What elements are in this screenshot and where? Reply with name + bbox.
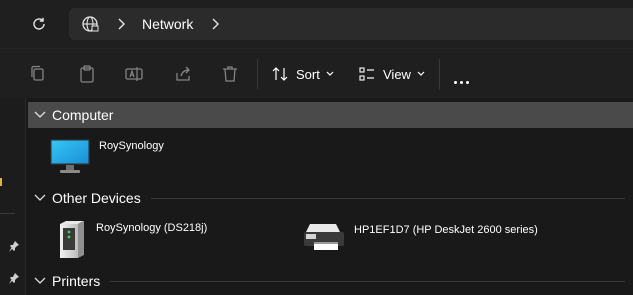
printer-icon bbox=[304, 224, 344, 250]
nav-selection-marker bbox=[0, 178, 2, 186]
nas-icon bbox=[60, 221, 84, 258]
group-header-other-devices[interactable]: Other Devices bbox=[28, 185, 633, 211]
sort-arrows-icon bbox=[272, 67, 288, 81]
nav-divider bbox=[0, 213, 15, 214]
group-divider bbox=[150, 197, 625, 199]
chevron-down-icon bbox=[417, 71, 425, 76]
pin-icon[interactable] bbox=[8, 272, 20, 284]
chevron-down-icon bbox=[34, 111, 46, 118]
sort-button[interactable]: Sort bbox=[272, 64, 342, 84]
paste-icon[interactable] bbox=[77, 64, 97, 84]
monitor-icon bbox=[50, 139, 90, 173]
copy-icon[interactable] bbox=[28, 64, 48, 84]
view-layout-icon bbox=[359, 67, 374, 81]
refresh-button[interactable] bbox=[26, 11, 52, 37]
list-item[interactable]: HP1EF1D7 (HP DeskJet 2600 series) bbox=[302, 222, 538, 252]
address-bar[interactable]: Network bbox=[69, 8, 633, 40]
share-icon[interactable] bbox=[173, 64, 193, 84]
view-button[interactable]: View bbox=[359, 64, 433, 84]
group-title: Printers bbox=[52, 273, 101, 289]
chevron-down-icon bbox=[326, 71, 334, 76]
chevron-down-icon bbox=[34, 194, 46, 201]
chevron-down-icon bbox=[34, 277, 46, 284]
group-divider bbox=[110, 280, 625, 282]
delete-icon[interactable] bbox=[220, 64, 240, 84]
toolbar-divider bbox=[257, 59, 258, 89]
file-list: Computer RoySynology Other Devices RoySy bbox=[26, 98, 633, 295]
list-item[interactable]: RoySynology (DS218j) bbox=[52, 220, 207, 260]
item-label: HP1EF1D7 (HP DeskJet 2600 series) bbox=[354, 224, 538, 236]
command-bar: Sort View bbox=[0, 48, 633, 100]
group-title: Other Devices bbox=[52, 190, 141, 206]
toolbar-divider bbox=[439, 59, 440, 89]
rename-icon[interactable] bbox=[124, 64, 144, 84]
navigation-pane bbox=[0, 98, 26, 295]
title-bar: Network bbox=[0, 0, 633, 48]
sort-label: Sort bbox=[296, 66, 320, 82]
list-item[interactable]: RoySynology bbox=[49, 138, 164, 174]
group-header-computer[interactable]: Computer bbox=[28, 102, 633, 128]
breadcrumb-network[interactable]: Network bbox=[142, 16, 193, 32]
chevron-right-icon[interactable] bbox=[116, 17, 126, 31]
view-label: View bbox=[383, 66, 411, 82]
chevron-right-icon[interactable] bbox=[210, 17, 220, 31]
refresh-icon bbox=[33, 17, 45, 30]
pin-icon[interactable] bbox=[8, 240, 20, 252]
more-options-icon[interactable] bbox=[454, 71, 472, 89]
group-header-printers[interactable]: Printers bbox=[28, 268, 633, 294]
network-globe-icon bbox=[82, 16, 99, 32]
item-label: RoySynology (DS218j) bbox=[96, 222, 208, 234]
group-title: Computer bbox=[52, 107, 114, 123]
item-label: RoySynology bbox=[99, 140, 164, 152]
